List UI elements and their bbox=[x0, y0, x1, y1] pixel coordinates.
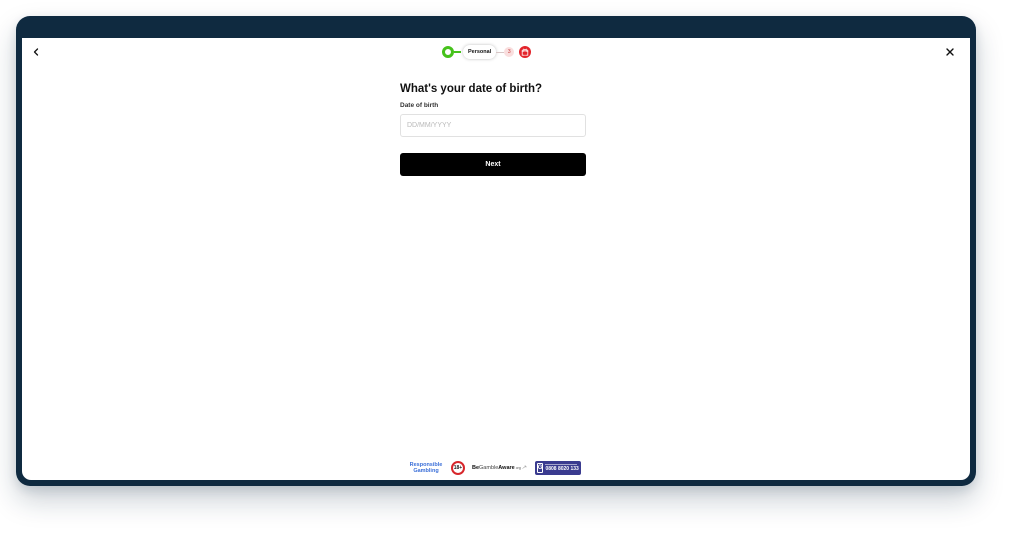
bga-gamble: Gamble bbox=[479, 465, 499, 471]
current-step-pill: Personal bbox=[463, 45, 497, 59]
arrow-icon bbox=[522, 465, 527, 469]
step-connector-pending bbox=[496, 51, 505, 53]
age-restriction-badge: 18+ bbox=[451, 461, 465, 475]
responsible-gambling-line2: Gambling bbox=[413, 468, 439, 474]
gamcare-helpline-link[interactable]: G 0808 8020 133 bbox=[534, 461, 581, 475]
gamcare-logo-icon: G bbox=[536, 463, 544, 473]
bga-be: Be bbox=[472, 465, 480, 471]
check-step-icon bbox=[442, 46, 454, 58]
back-button[interactable] bbox=[29, 45, 43, 59]
next-step-number: 3 bbox=[504, 47, 515, 57]
gamcare-phone: 0808 8020 133 bbox=[545, 466, 579, 472]
step-connector-complete bbox=[454, 51, 461, 53]
responsible-gambling-line1: Responsible bbox=[409, 461, 443, 468]
page-title: What's your date of birth? bbox=[400, 83, 543, 95]
close-icon bbox=[946, 48, 954, 56]
dob-label: Date of birth bbox=[400, 102, 439, 109]
app-window-frame: Personal 3 What's your date of birth? Da… bbox=[16, 16, 976, 486]
responsible-gambling-footer: Responsible Gambling 18+ Be Gamble Aware… bbox=[406, 460, 581, 476]
dob-input[interactable] bbox=[400, 114, 586, 137]
begambleaware-link[interactable]: Be Gamble Aware org bbox=[472, 465, 527, 471]
responsible-gambling-link[interactable]: Responsible Gambling bbox=[406, 462, 446, 475]
close-button[interactable] bbox=[942, 44, 958, 60]
bga-org: org bbox=[515, 466, 521, 470]
app-screen: Personal 3 What's your date of birth? Da… bbox=[22, 38, 970, 480]
gift-icon bbox=[522, 48, 529, 56]
signup-stepper: Personal 3 bbox=[442, 44, 532, 60]
bga-aware: Aware bbox=[498, 465, 515, 471]
reward-step-badge bbox=[519, 46, 532, 58]
gamcare-tagline bbox=[545, 464, 578, 465]
back-chevron-icon bbox=[33, 48, 39, 56]
next-button[interactable]: Next bbox=[400, 153, 586, 176]
dob-form: What's your date of birth? Date of birth… bbox=[400, 82, 586, 176]
